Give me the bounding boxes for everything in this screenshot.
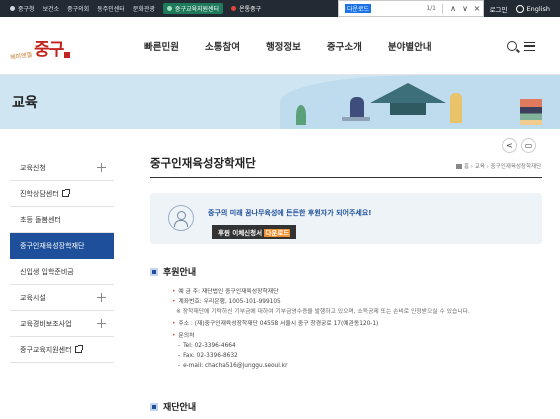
plus-icon [97,319,106,328]
globe-icon [515,4,524,13]
nav-admin-info[interactable]: 행정정보 [266,39,301,53]
books-illustration [520,99,542,125]
sidebar-item-subsidy[interactable]: 교육경비보조사업 [10,311,114,337]
download-form-button[interactable]: 후원 이체신청서 다운로드 [212,225,297,239]
link-community-center[interactable]: 동주민센터 [97,4,125,13]
donation-notice-box: 중구의 미래 꿈나무육성에 든든한 후원자가 되어주세요! 후원 이체신청서 다… [150,193,542,244]
section-banner: 교육 [0,75,560,129]
home-icon[interactable] [456,164,462,169]
section-bullet-icon [150,402,158,411]
info-address: 주소 : (재)중구인재육성장학재단 04558 서울시 중구 창경궁로 17(… [172,319,542,329]
sidebar-item-care-center[interactable]: 초등 돌봄센터 [10,207,114,233]
link-council[interactable]: 중구의회 [67,4,89,13]
info-tel: Tel: 02-3396-4664 [172,341,542,351]
search-icon[interactable] [507,41,517,51]
main-nav: 빠른민원 소통참여 행정정보 중구소개 분야별안내 [144,39,432,53]
info-email[interactable]: e-mail: chacha516@junggu.seoul.kr [172,361,542,371]
nav-communication[interactable]: 소통참여 [205,39,240,53]
section-title-donation: 후원안내 [150,265,196,278]
find-highlight: 다운로드 [264,229,291,237]
student-illustration [350,97,364,119]
print-icon[interactable]: ▭ [521,138,536,153]
find-separator [442,3,443,14]
graduation-cap-base [390,103,426,115]
external-link-icon [61,189,70,197]
link-culture-tour[interactable]: 문화관광 [133,4,155,13]
find-next-button[interactable]: ∨ [459,4,471,13]
section-bullet-icon [150,267,158,276]
find-close-button[interactable]: × [471,4,483,13]
plus-icon [97,163,106,172]
breadcrumb: 홈 › 교육 › 중구인재육성장학재단 [456,162,541,170]
education-icon [166,6,172,11]
language-link[interactable]: English [515,4,550,13]
find-match-count: 1/1 [426,5,436,12]
find-input[interactable]: 다운로드 [345,4,372,13]
info-fax: Fax: 02-3396-8632 [172,351,542,361]
link-health-center[interactable]: 보건소 [43,4,60,13]
sidebar-item-education-apply[interactable]: 교육신청 [10,155,114,181]
section-title-foundation: 재단안내 [150,400,196,413]
nav-field-guide[interactable]: 분야별안내 [388,39,432,53]
info-contact-label: 문의처 [172,331,542,341]
login-link[interactable]: 로그인 [490,4,508,14]
nav-quick-civil[interactable]: 빠른민원 [144,39,179,53]
site-header: 해피엔젤 중구 빠른민원 소통참여 행정정보 중구소개 분야별안내 [0,17,560,75]
page-tools: < ▭ [502,138,536,153]
ontong-icon [231,6,237,11]
graduation-cap-illustration [370,83,446,103]
site-logo[interactable]: 해피엔젤 중구 [9,35,71,62]
link-education-center[interactable]: 중구교육지원센터 [162,3,224,14]
home-icon [10,6,15,11]
teacher-illustration [450,93,462,123]
sidebar-item-scholarship[interactable]: 중구인재육성장학재단 [10,233,114,259]
people-icon [168,205,194,231]
notice-message: 중구의 미래 꿈나무육성에 든든한 후원자가 되어주세요! [208,209,372,217]
banner-title: 교육 [12,95,38,111]
link-junggu-office[interactable]: 중구청 [10,4,35,13]
family-site-links: 중구청 보건소 중구의회 동주민센터 문화관광 중구교육지원센터 온통중구 [10,0,269,17]
logo-seal-icon [64,52,71,58]
logo-slogan: 해피엔젤 [9,51,33,62]
sidebar-item-support-center[interactable]: 중구교육지원센터 [10,337,114,363]
sidebar-item-counseling[interactable]: 진학상담센터 [10,181,114,207]
plant-illustration [296,105,306,125]
sidebar-item-entrance-fund[interactable]: 신입생 입학준비금 [10,259,114,285]
nav-about-junggu[interactable]: 중구소개 [327,39,362,53]
sidebar-item-facilities[interactable]: 교육시설 [10,285,114,311]
laptop-illustration [342,117,370,121]
logo-name: 중구 [34,40,64,60]
share-icon[interactable]: < [502,138,517,153]
page-title: 중구인재육성장학재단 [150,156,256,170]
hamburger-menu-icon[interactable] [524,42,535,51]
find-prev-button[interactable]: ∧ [447,4,459,13]
plus-icon [97,293,106,302]
info-holder: 예 금 주: 재단법인 중구인재육성장학재단 [172,287,542,297]
title-divider [150,177,542,178]
info-note: ※ 장학재단에 기탁하신 기부금에 대하여 기부금영수증을 발행하고 있으며, … [176,309,470,315]
info-account: 계좌번호: 우리은행, 1005-101-999105 [172,297,542,307]
donation-info: 예 금 주: 재단법인 중구인재육성장학재단 계좌번호: 우리은행, 1005-… [172,287,542,371]
link-ontong-junggu[interactable]: 온통중구 [231,4,261,13]
external-link-icon [74,345,83,353]
sidebar-menu: 교육신청 진학상담센터 초등 돌봄센터 중구인재육성장학재단 신입생 입학준비금… [10,155,114,363]
find-in-page-bar: 다운로드 1/1 ∧ ∨ × [338,0,484,17]
